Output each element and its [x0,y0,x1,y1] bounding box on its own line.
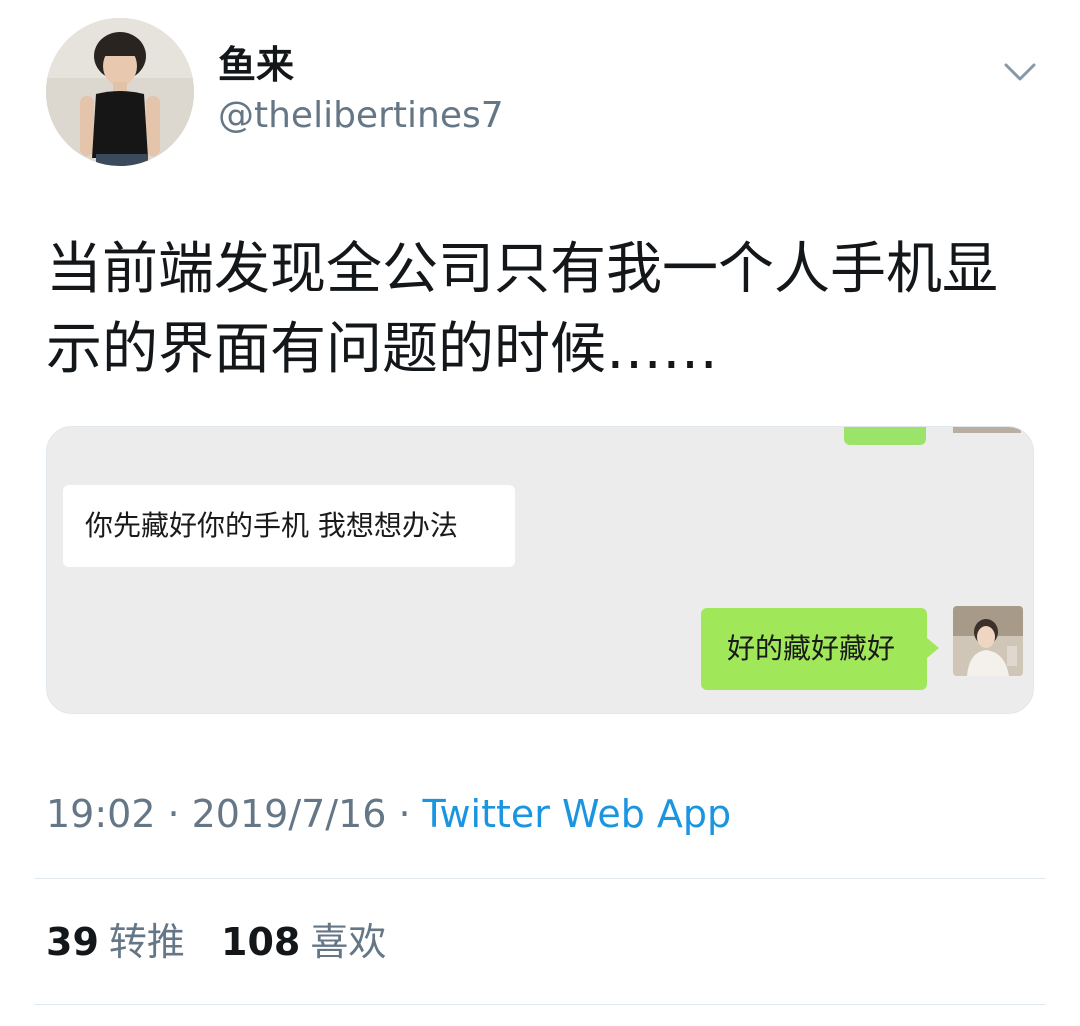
meta-separator: · [398,792,411,836]
divider [34,1004,1046,1005]
tweet-source-link[interactable]: Twitter Web App [423,792,732,836]
meta-separator: · [167,792,180,836]
tweet-date[interactable]: 2019/7/16 [192,792,387,836]
divider [34,878,1046,879]
tweet-media-image[interactable]: 你先藏好你的手机 我想想办法 好的藏好藏好 [46,426,1034,714]
tweet-text: 当前端发现全公司只有我一个人手机显示的界面有问题的时候…… [46,237,998,382]
tweet-meta: 19:02 · 2019/7/16 · Twitter Web App [46,790,731,838]
likes-label: 喜欢 [310,920,387,964]
likes-stat[interactable]: 108 喜欢 [221,918,386,966]
retweets-count: 39 [46,920,99,964]
retweets-stat[interactable]: 39 转推 [46,918,185,966]
tweet-time[interactable]: 19:02 [46,792,156,836]
author-display-name[interactable]: 鱼来 [218,42,294,88]
chat-outgoing-bubble: 好的藏好藏好 [701,608,939,690]
chat-bubble-cropped [844,427,926,445]
tweet-stats: 39 转推 108 喜欢 [46,918,386,966]
chat-incoming-bubble: 你先藏好你的手机 我想想办法 [63,485,515,567]
chat-avatar-cropped [953,427,1021,433]
author-handle[interactable]: @thelibertines7 [218,94,504,138]
chat-user-avatar [953,606,1023,676]
likes-count: 108 [221,920,301,964]
chevron-down-icon[interactable] [1000,52,1040,92]
author-avatar[interactable] [46,18,194,166]
retweets-label: 转推 [108,920,185,964]
